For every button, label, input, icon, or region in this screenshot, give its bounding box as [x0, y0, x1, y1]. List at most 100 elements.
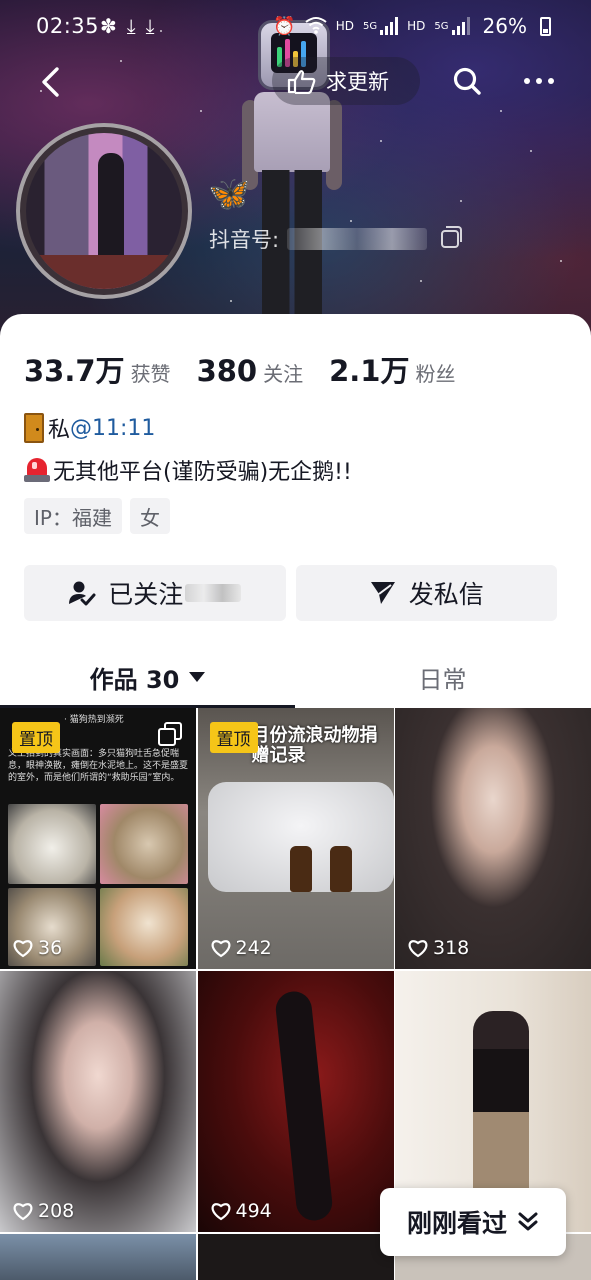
- thumbnail-caption: 义工拍到的真实画面：多只猫狗吐舌急促喘息，眼神涣散，瘫倒在水泥地上。这不是盛夏的…: [8, 749, 189, 784]
- stat-following-value: 380: [196, 354, 258, 388]
- stat-likes[interactable]: 33.7万 获赞: [24, 348, 171, 390]
- network-5g-label: 5G: [363, 20, 378, 32]
- back-button[interactable]: [22, 56, 78, 108]
- tab-works-label: 作品 30: [89, 665, 180, 694]
- signal-icon: [451, 17, 470, 35]
- like-count: 36: [12, 937, 62, 959]
- pointing-hand-icon: [287, 70, 316, 94]
- recently-viewed-button[interactable]: 刚刚看过: [380, 1188, 566, 1256]
- video-thumbnail[interactable]: 494: [197, 971, 394, 1232]
- download-icon: ⤓: [126, 14, 136, 38]
- search-icon: [453, 67, 481, 95]
- douyin-id-value-blurred: [287, 228, 428, 250]
- pinned-badge: 置顶: [209, 722, 258, 753]
- battery-icon: [540, 16, 551, 36]
- bio-line-2: 无其他平台(谨防受骗)无企鹅!!: [24, 454, 352, 486]
- stat-following-label: 关注: [263, 362, 304, 386]
- status-bar: 02:35 ✽ ⤓ ⤓ ⏰ HD 5G HD 5G 26%: [0, 0, 591, 56]
- send-message-label: 发私信: [408, 580, 484, 609]
- more-options-button[interactable]: [512, 56, 566, 106]
- video-thumbnail[interactable]: [197, 1234, 394, 1280]
- chevron-left-icon: [42, 67, 59, 97]
- video-thumbnail[interactable]: [0, 1234, 196, 1280]
- video-thumbnail[interactable]: 月份流浪动物捐赠记录 置顶 242: [197, 708, 394, 969]
- tag-gender: 女: [129, 498, 170, 534]
- like-count: 242: [210, 937, 272, 959]
- douyin-id-label: 抖音号:: [209, 228, 280, 252]
- send-message-button[interactable]: 发私信: [295, 565, 557, 621]
- heart-icon: [211, 940, 230, 958]
- like-count-value: 36: [38, 937, 63, 959]
- profile-tags: IP：福建 女: [24, 498, 170, 534]
- profile-sheet: 33.7万 获赞 380 关注 2.1万 粉丝 私 @11:11 无其他平台(谨…: [0, 314, 591, 1280]
- tab-daily[interactable]: 日常: [295, 646, 590, 708]
- like-count-value: 242: [235, 937, 272, 959]
- stat-followers-value: 2.1万: [329, 354, 410, 388]
- bio-line-2-text: 无其他平台(谨防受骗)无企鹅!!: [53, 460, 352, 485]
- video-thumbnail[interactable]: · 猫狗热到濒死 义工拍到的真实画面：多只猫狗吐舌急促喘息，眼神涣散，瘫倒在水泥…: [0, 708, 196, 969]
- alarm-icon: ⏰: [273, 15, 296, 37]
- profile-stats: 33.7万 获赞 380 关注 2.1万 粉丝: [24, 348, 481, 390]
- request-update-button[interactable]: 求更新: [272, 57, 420, 105]
- hd-label: HD: [407, 19, 426, 33]
- like-count: 208: [12, 1200, 74, 1222]
- thumbnail-title: 月份流浪动物捐赠记录: [251, 725, 378, 766]
- paper-plane-icon: [370, 582, 395, 604]
- profile-name-emoji: 🦋: [208, 174, 251, 214]
- tag-ip-location: IP：福建: [24, 498, 122, 534]
- like-count-value: 494: [235, 1200, 272, 1222]
- avatar-image: [26, 133, 182, 289]
- copy-icon[interactable]: [441, 226, 463, 248]
- profile-header-background: 02:35 ✽ ⤓ ⤓ ⏰ HD 5G HD 5G 26% 求更新 🦋 抖音号:: [0, 0, 591, 345]
- heart-icon: [13, 940, 33, 958]
- double-chevron-down-icon: [518, 1212, 538, 1231]
- pinned-badge: 置顶: [12, 722, 60, 753]
- bio-line-1: 私 @11:11: [24, 412, 155, 444]
- avatar[interactable]: [16, 123, 192, 299]
- request-update-label: 求更新: [326, 70, 389, 94]
- stat-likes-label: 获赞: [130, 362, 171, 386]
- tab-daily-label: 日常: [418, 665, 467, 694]
- obscured-text: [185, 584, 242, 602]
- status-right-icons: ⏰ HD 5G HD 5G 26%: [273, 14, 551, 38]
- like-count-value: 318: [433, 937, 470, 959]
- video-thumbnail[interactable]: 318: [395, 708, 591, 969]
- wifi-icon: [305, 16, 327, 37]
- tab-works[interactable]: 作品 30: [0, 646, 295, 708]
- network-5g-label: 5G: [434, 20, 449, 32]
- hd-label: HD: [335, 19, 355, 33]
- stat-following[interactable]: 380 关注: [197, 354, 304, 388]
- like-count-value: 208: [38, 1200, 75, 1222]
- battery-percent: 26%: [482, 14, 527, 38]
- heart-icon: [211, 1203, 230, 1221]
- recently-viewed-label: 刚刚看过: [406, 1209, 507, 1238]
- followed-button[interactable]: 已关注: [24, 565, 286, 621]
- door-icon: [24, 413, 44, 443]
- download-icon: ⤓: [145, 14, 155, 38]
- douyin-id-row: 抖音号:: [209, 224, 463, 254]
- stat-followers-label: 粉丝: [415, 362, 456, 386]
- video-thumbnail[interactable]: 208: [0, 971, 196, 1232]
- caret-down-icon: [189, 672, 206, 682]
- bio-line-1-prefix: 私: [48, 418, 71, 443]
- status-time: 02:35: [36, 14, 100, 38]
- stat-followers[interactable]: 2.1万 粉丝: [329, 348, 455, 390]
- bio-mention-link[interactable]: @11:11: [70, 416, 155, 441]
- flower-icon: ✽: [100, 14, 117, 38]
- more-dot-icon: [536, 78, 542, 84]
- like-count: 494: [210, 1200, 272, 1222]
- heart-icon: [408, 940, 428, 958]
- search-button[interactable]: [442, 56, 492, 106]
- user-check-icon: [69, 581, 96, 606]
- heart-icon: [13, 1203, 33, 1221]
- profile-actions: 已关注 发私信: [24, 565, 557, 621]
- multi-image-icon: [158, 722, 182, 746]
- signal-icon: [380, 17, 399, 35]
- siren-icon: [24, 456, 50, 484]
- status-left-icons: ✽ ⤓ ⤓: [100, 14, 154, 38]
- content-tabs: 作品 30 日常: [0, 646, 591, 708]
- more-dot-icon: [548, 78, 554, 84]
- stat-likes-value: 33.7万: [24, 354, 125, 388]
- more-dot-icon: [524, 78, 530, 84]
- like-count: 318: [407, 937, 469, 959]
